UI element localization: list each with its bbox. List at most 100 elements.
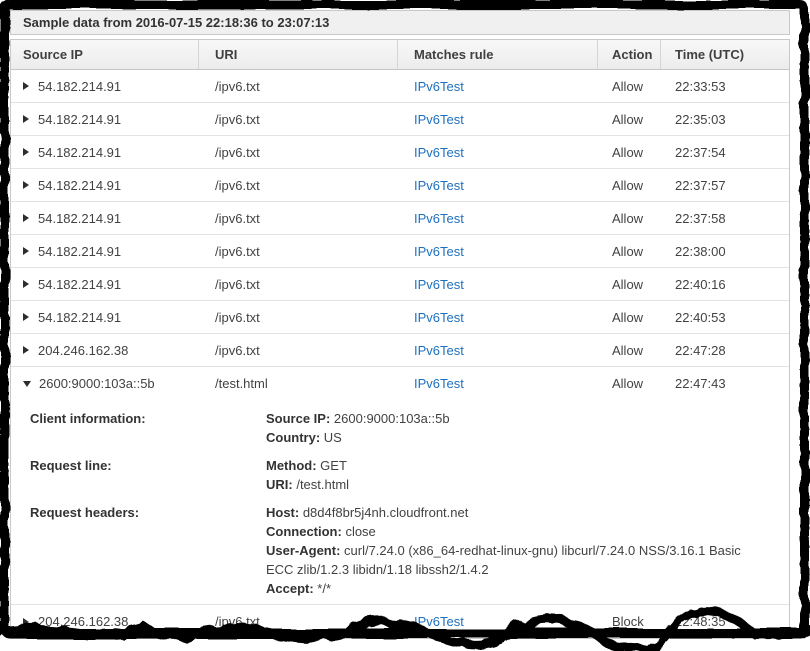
rule-cell: IPv6Test (398, 376, 598, 391)
column-header-matches-rule: Matches rule (398, 40, 598, 69)
detail-line: User-Agent: curl/7.24.0 (x86_64-redhat-l… (266, 541, 771, 579)
table-row[interactable]: 204.246.162.38/ipv6.txtIPv6TestAllow22:4… (11, 334, 789, 367)
detail-section-label: Client information: (11, 409, 266, 447)
time-cell: 22:40:53 (661, 310, 789, 325)
sample-table-body: 54.182.214.91/ipv6.txtIPv6TestAllow22:33… (11, 70, 789, 638)
caret-down-icon[interactable] (23, 381, 31, 387)
detail-field-value: */* (314, 581, 331, 596)
source-ip-cell: 54.182.214.91 (11, 310, 199, 325)
matches-rule-link[interactable]: IPv6Test (414, 244, 464, 259)
source-ip-value: 54.182.214.91 (38, 178, 121, 193)
matches-rule-link[interactable]: IPv6Test (414, 178, 464, 193)
matches-rule-link[interactable]: IPv6Test (414, 376, 464, 391)
detail-field-value: GET (317, 458, 347, 473)
action-cell: Allow (598, 310, 661, 325)
matches-rule-link[interactable]: IPv6Test (414, 79, 464, 94)
column-header-uri: URI (199, 40, 398, 69)
source-ip-value: 204.246.162.38 (38, 614, 128, 629)
detail-section-values: Source IP: 2600:9000:103a::5bCountry: US (266, 409, 771, 447)
action-cell: Allow (598, 244, 661, 259)
source-ip-cell: 2600:9000:103a::5b (11, 376, 199, 391)
caret-right-icon[interactable] (23, 82, 29, 90)
caret-right-icon[interactable] (23, 181, 29, 189)
action-cell: Allow (598, 376, 661, 391)
detail-section-label: Request headers: (11, 503, 266, 598)
table-row[interactable]: 54.182.214.91/ipv6.txtIPv6TestAllow22:40… (11, 268, 789, 301)
column-header-time-utc: Time (UTC) (661, 40, 789, 69)
source-ip-cell: 54.182.214.91 (11, 79, 199, 94)
rule-cell: IPv6Test (398, 178, 598, 193)
detail-line: Method: GET (266, 456, 771, 475)
time-cell: 22:47:43 (661, 376, 789, 391)
matches-rule-link[interactable]: IPv6Test (414, 343, 464, 358)
uri-cell: /ipv6.txt (199, 614, 398, 629)
column-header-action: Action (598, 40, 661, 69)
detail-section-values: Method: GETURI: /test.html (266, 456, 771, 494)
caret-right-icon[interactable] (23, 247, 29, 255)
table-row[interactable]: 54.182.214.91/ipv6.txtIPv6TestAllow22:37… (11, 136, 789, 169)
table-row[interactable]: 54.182.214.91/ipv6.txtIPv6TestAllow22:35… (11, 103, 789, 136)
source-ip-value: 54.182.214.91 (38, 244, 121, 259)
table-row[interactable]: 2600:9000:103a::5b/test.html IPv6Test Allo… (11, 367, 789, 400)
table-row[interactable]: 54.182.214.91/ipv6.txtIPv6TestAllow22:33… (11, 70, 789, 103)
uri-cell: /test.html (199, 376, 398, 391)
detail-field-value: US (320, 430, 342, 445)
detail-section: Client information:Source IP: 2600:9000:… (11, 409, 789, 447)
table-row[interactable]: 54.182.214.91/ipv6.txtIPv6TestAllow22:40… (11, 301, 789, 334)
source-ip-cell: 54.182.214.91 (11, 244, 199, 259)
matches-rule-link[interactable]: IPv6Test (414, 112, 464, 127)
source-ip-value: 2600:9000:103a::5b (39, 376, 155, 391)
expanded-request-details: Client information:Source IP: 2600:9000:… (11, 400, 789, 605)
caret-right-icon[interactable] (23, 214, 29, 222)
caret-right-icon[interactable] (23, 280, 29, 288)
action-cell: Allow (598, 145, 661, 160)
rule-cell: IPv6Test (398, 614, 598, 629)
detail-field-name: User-Agent: (266, 543, 340, 558)
source-ip-value: 54.182.214.91 (38, 79, 121, 94)
screenshot-root: Sample data from 2016-07-15 22:18:36 to … (0, 0, 810, 651)
detail-section-label: Request line: (11, 456, 266, 494)
matches-rule-link[interactable]: IPv6Test (414, 211, 464, 226)
table-row[interactable]: 204.246.162.38/ipv6.txtIPv6TestBlock22:4… (11, 605, 789, 638)
rule-cell: IPv6Test (398, 310, 598, 325)
action-cell: Allow (598, 277, 661, 292)
table-row[interactable]: 54.182.214.91/ipv6.txtIPv6TestAllow22:38… (11, 235, 789, 268)
source-ip-value: 54.182.214.91 (38, 145, 121, 160)
source-ip-cell: 54.182.214.91 (11, 211, 199, 226)
caret-right-icon[interactable] (23, 346, 29, 354)
action-cell: Allow (598, 211, 661, 226)
detail-section: Request line:Method: GETURI: /test.html (11, 456, 789, 494)
table-row[interactable]: 54.182.214.91/ipv6.txtIPv6TestAllow22:37… (11, 169, 789, 202)
detail-section-values: Host: d8d4f8br5j4nh.cloudfront.netConnec… (266, 503, 771, 598)
rule-cell: IPv6Test (398, 112, 598, 127)
detail-field-name: Country: (266, 430, 320, 445)
detail-field-value: 2600:9000:103a::5b (330, 411, 449, 426)
rule-cell: IPv6Test (398, 211, 598, 226)
matches-rule-link[interactable]: IPv6Test (414, 145, 464, 160)
matches-rule-link[interactable]: IPv6Test (414, 310, 464, 325)
uri-cell: /ipv6.txt (199, 112, 398, 127)
caret-right-icon[interactable] (23, 148, 29, 156)
source-ip-value: 54.182.214.91 (38, 112, 121, 127)
time-cell: 22:37:57 (661, 178, 789, 193)
detail-field-name: Source IP: (266, 411, 330, 426)
detail-field-name: Accept: (266, 581, 314, 596)
table-row[interactable]: 54.182.214.91/ipv6.txt IPv6Test Allow22:37… (11, 202, 789, 235)
caret-right-icon[interactable] (23, 313, 29, 321)
uri-cell: /ipv6.txt (199, 178, 398, 193)
caret-right-icon[interactable] (23, 618, 29, 626)
matches-rule-link[interactable]: IPv6Test (414, 277, 464, 292)
column-header-source-ip: Source IP (11, 40, 199, 69)
detail-line: Connection: close (266, 522, 771, 541)
caret-right-icon[interactable] (23, 115, 29, 123)
detail-field-name: Connection: (266, 524, 342, 539)
detail-line: Accept: */* (266, 579, 771, 598)
matches-rule-link[interactable]: IPv6Test (414, 614, 464, 629)
uri-cell: /ipv6.txt (199, 277, 398, 292)
detail-field-name: URI: (266, 477, 293, 492)
time-cell: 22:37:58 (661, 211, 789, 226)
detail-line: Source IP: 2600:9000:103a::5b (266, 409, 771, 428)
rule-cell: IPv6Test (398, 79, 598, 94)
uri-cell: /ipv6.txt (199, 211, 398, 226)
uri-cell: /ipv6.txt (199, 244, 398, 259)
